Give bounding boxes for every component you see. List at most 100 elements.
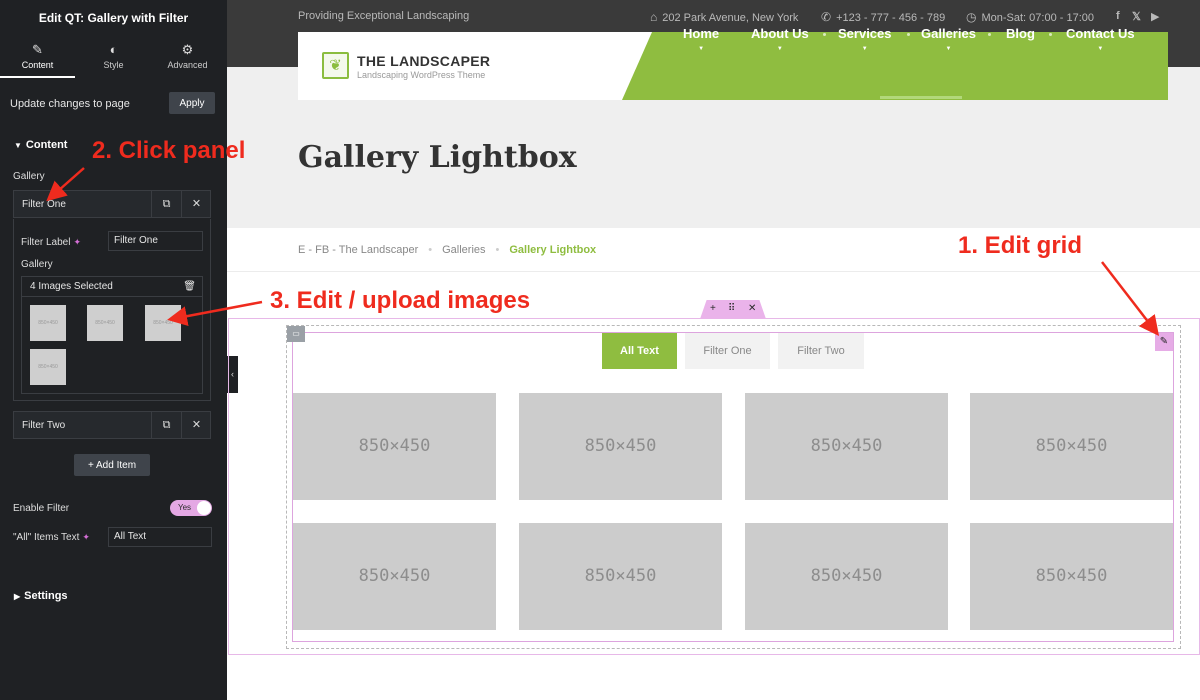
gear-icon: ⚙ (181, 42, 194, 57)
gallery-image[interactable]: 850×450 (519, 393, 722, 500)
phone-icon: ✆ (821, 10, 832, 24)
tab-advanced[interactable]: ⚙ Advanced (150, 40, 225, 78)
breadcrumb-current: Gallery Lightbox (509, 244, 597, 256)
gallery-image[interactable]: 850×450 (519, 523, 722, 630)
nav-item-home[interactable]: Home ▼ (683, 26, 720, 52)
gallery-thumbnail[interactable]: 850×450 (30, 305, 66, 341)
nav-item-galleries[interactable]: Galleries ▼ (921, 26, 976, 52)
duplicate-icon[interactable]: ⧉ (151, 191, 181, 217)
gallery-image[interactable]: 850×450 (293, 393, 496, 500)
content-section-label: Content (25, 139, 68, 151)
nav-separator (907, 33, 910, 36)
chevron-down-icon: ▼ (776, 46, 783, 52)
repeater-item-title: Filter One (22, 199, 66, 210)
gallery-image[interactable]: 850×450 (745, 393, 948, 500)
all-items-text-input[interactable]: All Text (108, 527, 212, 547)
gallery-thumbnail[interactable]: 850×450 (87, 305, 123, 341)
sparkle-icon[interactable]: ✦ (82, 532, 90, 542)
trash-icon[interactable]: 🗑 (183, 277, 196, 297)
logo-name[interactable]: THE LANDSCAPER (357, 53, 490, 69)
settings-section-toggle[interactable]: ▶ Settings (14, 590, 68, 602)
duplicate-icon[interactable]: ⧉ (151, 412, 181, 438)
filter-label-input[interactable]: Filter One (108, 231, 203, 251)
nav-item-services[interactable]: Services ▼ (838, 26, 892, 52)
tab-content-label: Content (21, 60, 54, 70)
phone-info: ✆ +123 - 777 - 456 - 789 (821, 10, 945, 24)
close-icon[interactable]: ✕ (181, 191, 211, 217)
nav-separator (988, 33, 991, 36)
close-icon[interactable]: ✕ (181, 412, 211, 438)
nav-separator (823, 33, 826, 36)
chevron-down-icon: ▼ (1097, 46, 1104, 52)
gallery-repeater-label: Gallery (13, 171, 45, 182)
toggle-knob (197, 501, 211, 515)
add-item-button[interactable]: + Add Item (74, 454, 150, 476)
toggle-state-label: Yes (178, 503, 192, 512)
gallery-image[interactable]: 850×450 (293, 523, 496, 630)
nav-item-label: Home (683, 26, 720, 41)
enable-filter-toggle[interactable]: Yes (170, 500, 212, 516)
pencil-icon: ✎ (32, 42, 43, 57)
plus-icon[interactable]: + (710, 303, 716, 314)
nav-item-about-us[interactable]: About Us ▼ (751, 26, 809, 52)
apply-button[interactable]: Apply (169, 92, 215, 114)
facebook-icon[interactable]: f (1116, 10, 1120, 22)
repeater-item-filter-one[interactable]: Filter One ⧉ ✕ (13, 190, 211, 218)
x-twitter-icon[interactable]: 𝕏 (1132, 10, 1141, 23)
gallery-image[interactable]: 850×450 (745, 523, 948, 630)
filter-all-button[interactable]: All Text (602, 333, 677, 369)
page-title: Gallery Lightbox (298, 140, 577, 175)
tab-advanced-label: Advanced (167, 60, 208, 70)
site-header: ❦ THE LANDSCAPER Landscaping WordPress T… (298, 32, 1168, 100)
images-selected-count: 4 Images Selected (30, 281, 113, 292)
nav-item-blog[interactable]: Blog (1006, 26, 1035, 41)
sparkle-icon[interactable]: ✦ (73, 237, 81, 247)
filter-one-button[interactable]: Filter One (685, 333, 770, 369)
hours-info: ◷ Mon-Sat: 07:00 - 17:00 (966, 10, 1094, 24)
edit-widget-pencil-icon[interactable]: ✎ (1155, 333, 1173, 351)
annotation-edit-grid: 1. Edit grid (958, 232, 1083, 259)
nav-item-label: Contact Us (1066, 26, 1135, 41)
gallery-thumbnail[interactable]: 850×450 (145, 305, 181, 341)
repeater-item-title: Filter Two (22, 420, 66, 431)
leaf-logo-icon[interactable]: ❦ (322, 52, 349, 79)
content-section-toggle[interactable]: ▼ Content (14, 139, 67, 151)
all-items-text-label: "All" Items Text ✦ (13, 532, 90, 543)
plus-icon: + (87, 459, 97, 471)
caret-down-icon: ▼ (14, 141, 22, 150)
breadcrumb-separator: • (495, 244, 500, 256)
chevron-down-icon: ▼ (945, 46, 952, 52)
add-item-label: Add Item (96, 459, 137, 471)
address-info: ⌂ 202 Park Avenue, New York (650, 10, 798, 24)
breadcrumb-link-galleries[interactable]: Galleries (442, 244, 485, 256)
tab-content[interactable]: ✎ Content (0, 40, 75, 78)
filter-label-text: Filter Label (21, 237, 71, 248)
logo-subtitle: Landscaping WordPress Theme (357, 70, 486, 80)
drag-handle-icon[interactable]: ⠿ (728, 303, 735, 314)
caret-right-icon: ▶ (14, 592, 21, 601)
nav-item-label: Services (838, 26, 892, 41)
youtube-icon[interactable]: ▶ (1151, 10, 1159, 23)
breadcrumb-link-home[interactable]: E - FB - The Landscaper (298, 244, 418, 256)
enable-filter-label: Enable Filter (13, 503, 70, 514)
nav-item-label: About Us (751, 26, 809, 41)
panel-title: Edit QT: Gallery with Filter (38, 11, 189, 25)
breadcrumb-divider (227, 271, 1200, 272)
tab-style[interactable]: ◐ Style (76, 40, 151, 78)
chevron-down-icon: ▼ (698, 46, 705, 52)
column-handle-icon[interactable]: ▭ (287, 326, 305, 342)
gallery-image[interactable]: 850×450 (970, 393, 1173, 500)
filter-two-button[interactable]: Filter Two (778, 333, 864, 369)
repeater-item-filter-two[interactable]: Filter Two ⧉ ✕ (13, 411, 211, 439)
editor-panel: Edit QT: Gallery with Filter ✎ Content ◐… (0, 0, 227, 700)
nav-item-contact-us[interactable]: Contact Us ▼ (1066, 26, 1135, 52)
breadcrumb-separator: • (428, 244, 433, 256)
section-handle[interactable]: + ⠿ ✕ (700, 300, 766, 319)
gallery-image[interactable]: 850×450 (970, 523, 1173, 630)
site-tagline: Providing Exceptional Landscaping (298, 10, 470, 22)
nav-item-label: Galleries (921, 26, 976, 41)
close-icon[interactable]: ✕ (748, 303, 756, 314)
gallery-thumbnail[interactable]: 850×450 (30, 349, 66, 385)
update-changes-label: Update changes to page (10, 98, 130, 110)
contrast-icon: ◐ (109, 42, 118, 57)
